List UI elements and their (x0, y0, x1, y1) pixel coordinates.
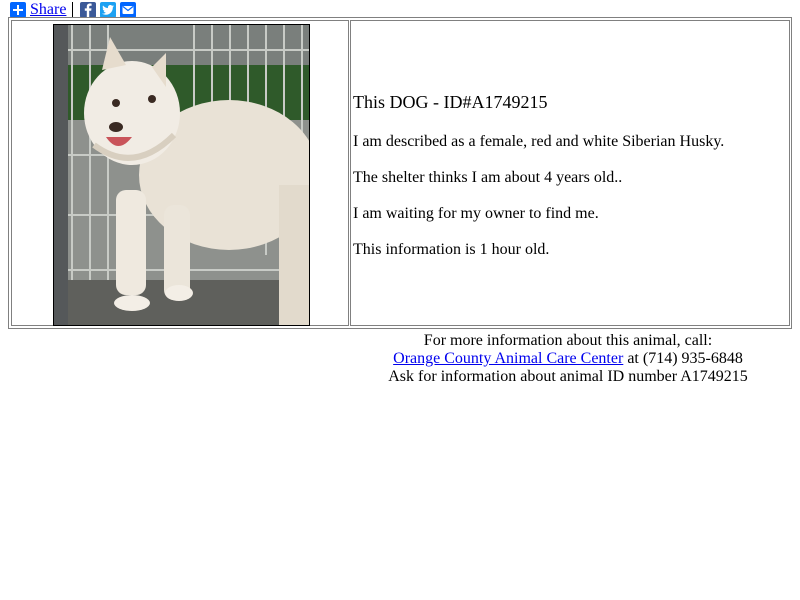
animal-age: The shelter thinks I am about 4 years ol… (353, 169, 623, 186)
contact-info: For more information about this animal, … (348, 332, 788, 386)
animal-description: I am described as a female, red and whit… (353, 133, 725, 150)
dog-photo[interactable] (53, 24, 310, 326)
contact-line: Orange County Animal Care Center at (714… (348, 350, 788, 368)
photo-cell (11, 20, 349, 326)
shelter-phone: at (714) 935-6848 (623, 350, 743, 367)
twitter-icon[interactable] (100, 1, 117, 18)
share-divider (72, 1, 74, 18)
shelter-link[interactable]: Orange County Animal Care Center (393, 350, 623, 367)
info-cell: This DOG - ID#A1749215 I am described as… (350, 20, 790, 326)
info-freshness: This information is 1 hour old. (353, 241, 550, 258)
share-plus-icon[interactable] (10, 1, 26, 18)
share-link[interactable]: Share (30, 1, 66, 18)
animal-title: This DOG - ID#A1749215 (353, 92, 548, 112)
share-bar: Share (10, 1, 137, 18)
animal-id-note: Ask for information about animal ID numb… (388, 368, 748, 385)
animal-status: I am waiting for my owner to find me. (353, 205, 599, 222)
email-icon[interactable] (120, 1, 137, 18)
facebook-icon[interactable] (80, 1, 97, 18)
animal-table: This DOG - ID#A1749215 I am described as… (8, 17, 792, 329)
contact-intro: For more information about this animal, … (423, 332, 713, 349)
